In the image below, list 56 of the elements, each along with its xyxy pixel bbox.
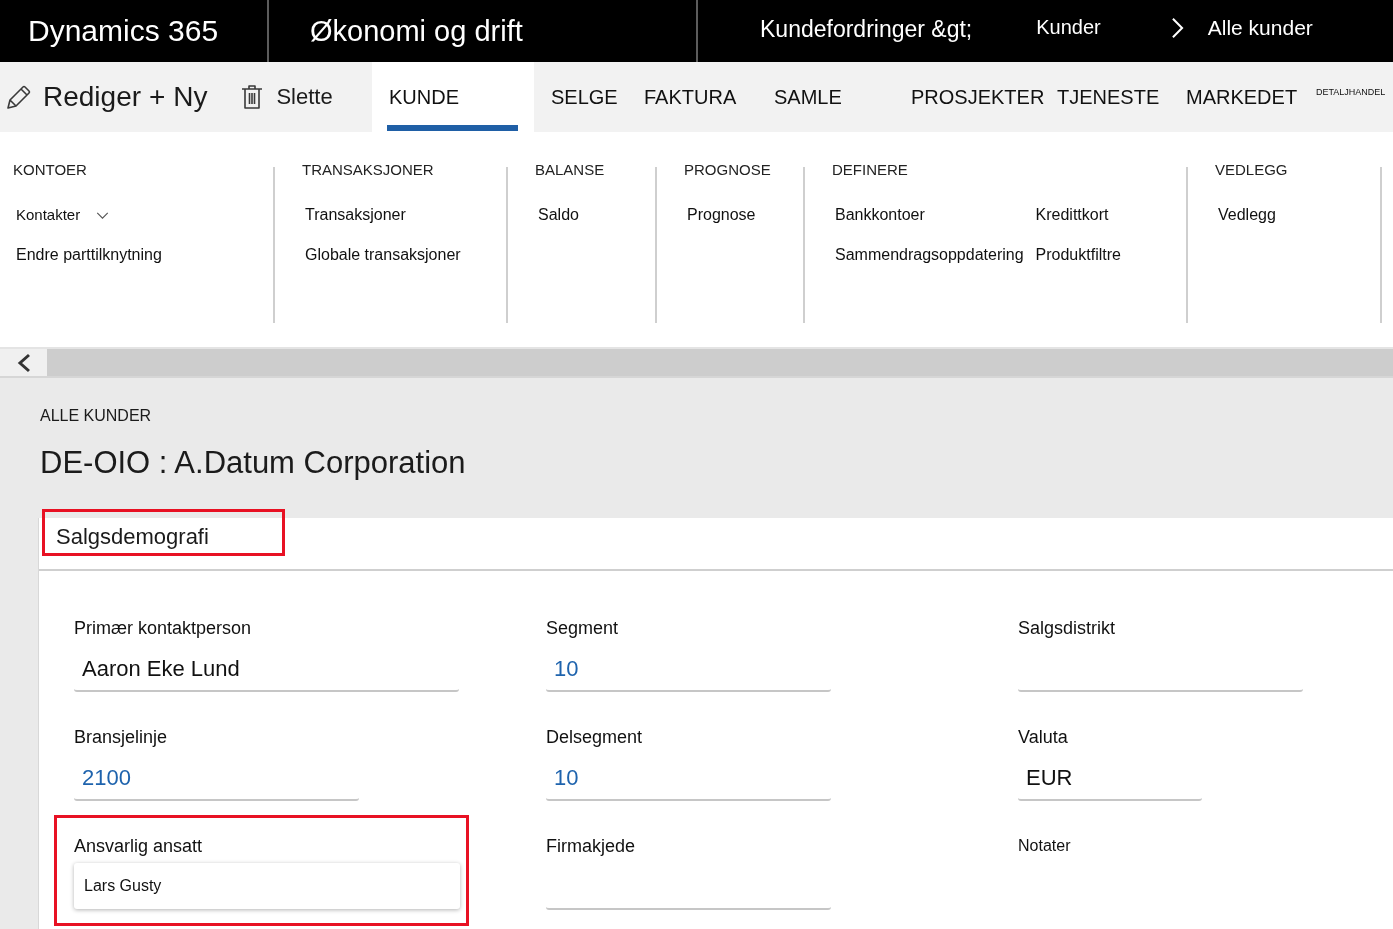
ribbon-item[interactable]: Globale transaksjoner bbox=[305, 245, 461, 265]
ribbon-item[interactable]: Saldo bbox=[538, 205, 579, 225]
field-label: Primær kontaktperson bbox=[74, 618, 252, 638]
input-field[interactable]: 2100 bbox=[74, 757, 359, 801]
ribbon-item[interactable]: Transaksjoner bbox=[305, 205, 406, 225]
field-label: Firmakjede bbox=[546, 836, 636, 856]
group-heading: BALANSE bbox=[535, 161, 605, 179]
field-label: Notater bbox=[1018, 836, 1071, 856]
section-title: Salgsdemografi bbox=[56, 523, 209, 550]
pencil-icon bbox=[6, 84, 32, 110]
ribbon-item[interactable]: Vedlegg bbox=[1218, 205, 1276, 225]
horizontal-scrollbar[interactable] bbox=[47, 349, 1393, 376]
input-field[interactable]: 10 bbox=[546, 757, 831, 801]
toolbar-button[interactable]: Rediger bbox=[6, 77, 142, 117]
input-field[interactable]: Lars Gusty bbox=[74, 863, 460, 909]
field-label: Salgsdistrikt bbox=[1018, 618, 1116, 638]
module-name: Økonomi og drift bbox=[310, 14, 523, 48]
ribbon-tab[interactable]: DETALJHANDEL bbox=[1299, 62, 1393, 132]
group-heading: TRANSAKSJONER bbox=[302, 161, 434, 179]
ribbon-item[interactable]: Kredittkort bbox=[1035, 205, 1109, 225]
ribbon-dropdown-button[interactable]: Kontakter bbox=[16, 205, 110, 225]
breadcrumb-current: Alle kunder bbox=[1207, 15, 1313, 40]
ribbon-tab[interactable]: FAKTURA bbox=[627, 62, 757, 132]
field-label: Bransjelinje bbox=[74, 727, 168, 747]
field-label: Valuta bbox=[1018, 727, 1068, 747]
toolbar-button[interactable]: Slette bbox=[241, 77, 333, 117]
toolbar-button[interactable]: + Ny bbox=[149, 77, 208, 117]
field-label: Delsegment bbox=[546, 727, 643, 747]
ribbon-tab[interactable]: MARKEDET bbox=[1169, 62, 1299, 132]
ribbon-tab[interactable]: SAMLE bbox=[757, 62, 894, 132]
record-title: DE-OIO : A.Datum Corporation bbox=[40, 444, 466, 482]
breadcrumb-text: Kundefordringer &gt; bbox=[760, 16, 973, 43]
group-heading: DEFINERE bbox=[832, 161, 908, 179]
scroll-left-button[interactable] bbox=[0, 349, 47, 376]
input-field[interactable]: Aaron Eke Lund bbox=[74, 648, 459, 692]
ribbon-tab[interactable]: SELGE bbox=[534, 62, 627, 132]
chevron-down-icon bbox=[96, 211, 110, 219]
page-caption: ALLE KUNDER bbox=[40, 406, 152, 426]
input-field[interactable]: EUR bbox=[1018, 757, 1202, 801]
ribbon-item[interactable]: Endre parttilknytning bbox=[16, 245, 162, 265]
ribbon-item[interactable]: Produktfiltre bbox=[1035, 245, 1121, 265]
group-heading: PROGNOSE bbox=[684, 161, 771, 179]
ribbon-tab[interactable]: KUNDE bbox=[372, 62, 534, 132]
trash-icon bbox=[241, 84, 264, 110]
field-label: Segment bbox=[546, 618, 619, 638]
ribbon-item[interactable]: Bankkontoer bbox=[835, 205, 925, 225]
field-label: Ansvarlig ansatt bbox=[74, 836, 203, 856]
app-name: Dynamics 365 bbox=[28, 14, 219, 48]
input-field[interactable]: 10 bbox=[546, 648, 831, 692]
ribbon-item[interactable]: Prognose bbox=[687, 205, 756, 225]
breadcrumb-link[interactable]: Kunder bbox=[1036, 16, 1101, 39]
chevron-left-icon bbox=[16, 352, 31, 373]
ribbon-item[interactable]: Sammendragsoppdatering bbox=[835, 245, 1024, 265]
chevron-right-icon bbox=[1170, 16, 1184, 39]
group-heading: KONTOER bbox=[13, 161, 87, 179]
group-heading: VEDLEGG bbox=[1215, 161, 1288, 179]
